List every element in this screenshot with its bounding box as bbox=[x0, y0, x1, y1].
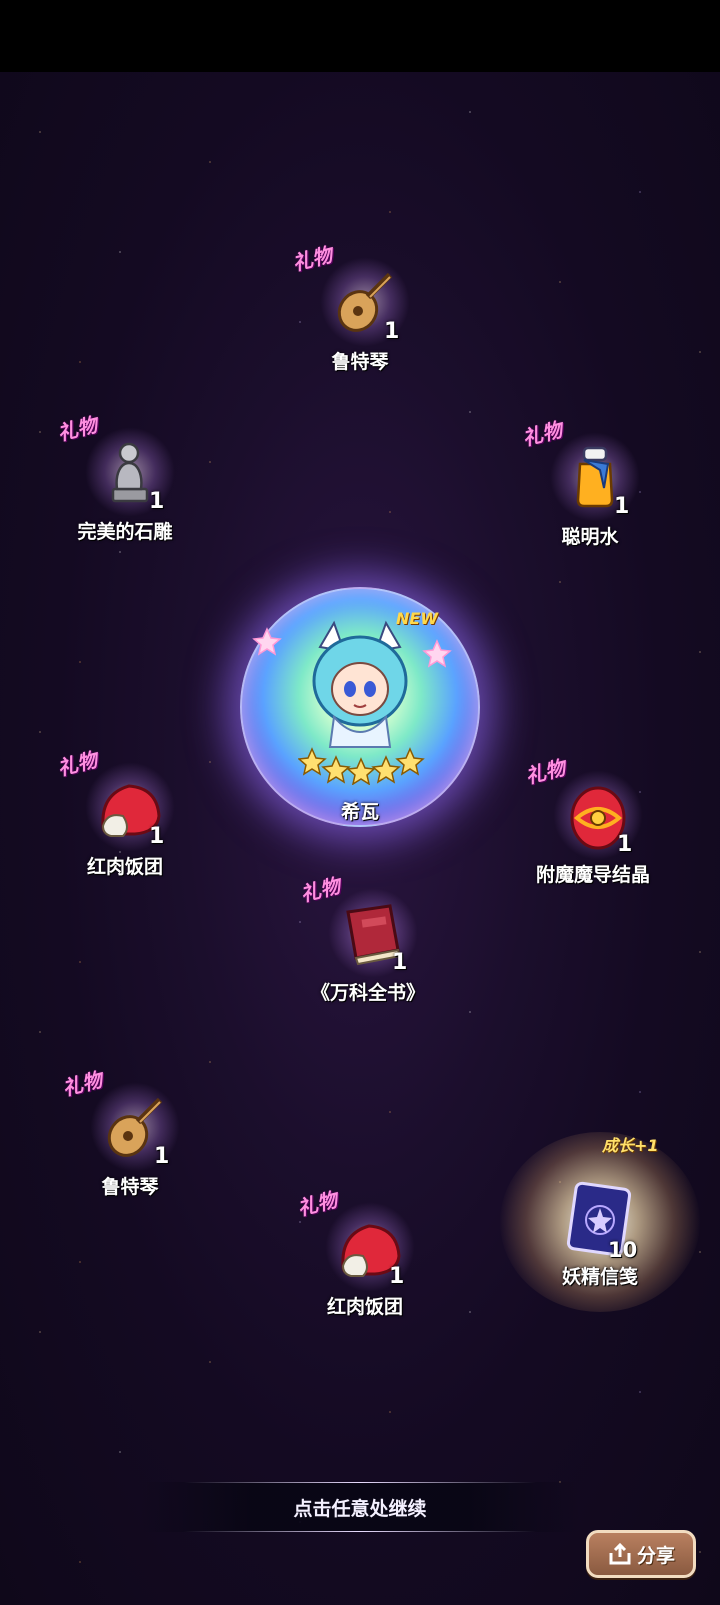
item-count: 10 bbox=[608, 1238, 638, 1262]
character-name: 希瓦 bbox=[340, 801, 379, 823]
item-count: 1 bbox=[149, 824, 165, 849]
reward-item-rice-ball[interactable]: 礼物 1 红肉饭团 bbox=[285, 1187, 445, 1352]
status-bar bbox=[0, 0, 720, 72]
share-button[interactable]: 分享 bbox=[586, 1530, 696, 1578]
continue-text: 点击任意处继续 bbox=[293, 1497, 427, 1520]
sparkle-star-icon bbox=[422, 639, 452, 668]
new-badge: NEW bbox=[396, 609, 438, 628]
reward-item-rice-ball[interactable]: 礼物 1 红肉饭团 bbox=[45, 747, 205, 912]
item-name: 《万科全书》 bbox=[310, 982, 425, 1004]
reward-screen[interactable]: 礼物 1 鲁特琴 礼物 1 完美的石雕 礼物 1 聪明水 NEW 希瓦 礼物 1… bbox=[0, 72, 720, 1605]
item-name: 红肉饭团 bbox=[326, 1296, 403, 1318]
reward-item-potion[interactable]: 礼物 1 聪明水 bbox=[510, 417, 670, 582]
item-count: 1 bbox=[389, 1264, 405, 1289]
item-name: 红肉饭团 bbox=[86, 856, 163, 878]
sparkle-star-icon bbox=[252, 627, 282, 656]
item-name: 鲁特琴 bbox=[331, 351, 389, 373]
reward-item-crystal[interactable]: 礼物 1 附魔魔导结晶 bbox=[513, 755, 673, 920]
item-count: 1 bbox=[154, 1144, 170, 1169]
reward-item-fairy-letter[interactable]: 成长+1 10 妖精信笺 bbox=[500, 1132, 700, 1312]
rarity-stars bbox=[298, 747, 425, 785]
item-count: 1 bbox=[614, 494, 630, 519]
reward-item-book[interactable]: 礼物 1 《万科全书》 bbox=[288, 873, 448, 1038]
item-name: 聪明水 bbox=[561, 526, 619, 548]
character-card[interactable]: NEW 希瓦 bbox=[240, 587, 480, 827]
item-count: 1 bbox=[392, 950, 408, 975]
character-portrait bbox=[312, 620, 408, 748]
item-name: 鲁特琴 bbox=[101, 1176, 159, 1198]
tap-to-continue[interactable]: 点击任意处继续 bbox=[140, 1482, 580, 1532]
reward-item-lute[interactable]: 礼物 1 鲁特琴 bbox=[50, 1067, 210, 1232]
item-name: 完美的石雕 bbox=[77, 521, 173, 543]
share-icon bbox=[609, 1542, 631, 1565]
reward-item-statue[interactable]: 礼物 1 完美的石雕 bbox=[45, 412, 205, 577]
item-name: 妖精信笺 bbox=[561, 1266, 638, 1288]
item-count: 1 bbox=[617, 832, 633, 857]
item-count: 1 bbox=[149, 489, 165, 514]
item-name: 附魔魔导结晶 bbox=[535, 864, 650, 886]
share-label: 分享 bbox=[636, 1544, 675, 1567]
item-count: 1 bbox=[384, 319, 400, 344]
growth-badge: 成长+1 bbox=[602, 1136, 659, 1155]
reward-item-lute[interactable]: 礼物 1 鲁特琴 bbox=[280, 242, 440, 407]
